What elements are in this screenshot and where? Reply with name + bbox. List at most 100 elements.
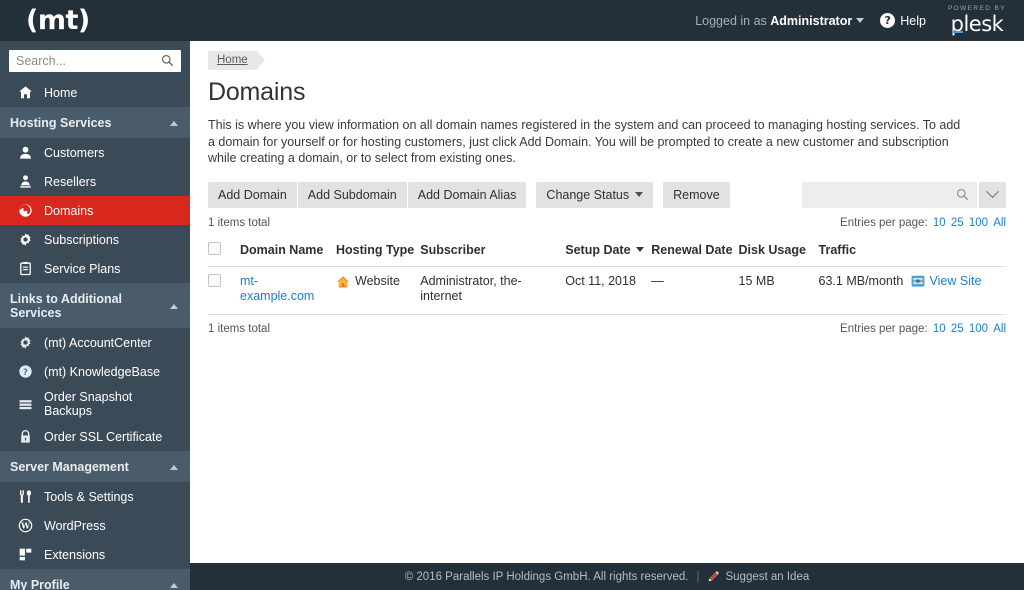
cell-setup-date: Oct 11, 2018 xyxy=(565,266,652,315)
mediatemple-logo[interactable]: (mt) xyxy=(26,7,90,34)
sidebar-item-service-plans[interactable]: Service Plans xyxy=(0,254,190,283)
cell-actions: View Site xyxy=(910,266,1006,315)
search-options-dropdown-button[interactable] xyxy=(979,181,1006,208)
change-status-button[interactable]: Change Status xyxy=(536,181,654,208)
domain-name-link[interactable]: mt-example.com xyxy=(240,274,314,304)
toolbar: Add Domain Add Subdomain Add Domain Alia… xyxy=(208,181,1006,208)
entries-per-page-label: Entries per page: xyxy=(840,216,928,229)
table-header-row: Domain Name Hosting Type Subscriber Setu… xyxy=(208,234,1006,267)
suggest-an-idea-link[interactable]: Suggest an Idea xyxy=(725,571,809,583)
sidebar-item-mt-accountcenter[interactable]: (mt) AccountCenter xyxy=(0,328,190,357)
column-traffic[interactable]: Traffic xyxy=(818,234,911,267)
page-title: Domains xyxy=(208,78,306,106)
pencil-icon xyxy=(709,570,720,582)
help-label: Help xyxy=(900,13,926,28)
list-search-field[interactable] xyxy=(802,181,977,208)
chevron-up-icon xyxy=(170,464,178,470)
entries-per-page-10[interactable]: 10 xyxy=(933,217,946,229)
stack-icon xyxy=(17,396,34,413)
sidebar-section-server-management[interactable]: Server Management xyxy=(0,451,190,482)
add-subdomain-button[interactable]: Add Subdomain xyxy=(297,181,407,208)
plesk-logo: POWERED BY plesk xyxy=(948,6,1006,35)
help-link[interactable]: ? Help xyxy=(880,13,926,28)
extensions-icon xyxy=(17,546,34,563)
search-icon xyxy=(956,188,969,200)
entries-per-page-100[interactable]: 100 xyxy=(969,217,988,229)
sidebar-item-label: Extensions xyxy=(44,547,106,562)
list-search-input[interactable] xyxy=(802,187,950,202)
entries-per-page-all[interactable]: All xyxy=(993,217,1006,229)
column-setup-date[interactable]: Setup Date xyxy=(565,234,652,267)
sidebar-section-title: Links to Additional Services xyxy=(10,292,123,320)
gear-icon xyxy=(17,334,34,351)
sidebar-item-tools-and-settings[interactable]: Tools & Settings xyxy=(0,482,190,511)
logged-in-user-menu[interactable]: Logged in as Administrator xyxy=(695,14,865,28)
sidebar: Home Hosting Services Customers xyxy=(0,41,190,590)
sidebar-item-domains[interactable]: Domains xyxy=(0,196,190,225)
suggest-an-idea[interactable]: Suggest an Idea xyxy=(707,570,809,583)
cell-hosting-type: Website xyxy=(336,266,421,315)
entries-per-page-100[interactable]: 100 xyxy=(969,323,988,335)
sidebar-item-label: Resellers xyxy=(44,174,97,189)
footer: © 2016 Parallels IP Holdings GmbH. All r… xyxy=(190,563,1024,590)
add-domain-alias-button[interactable]: Add Domain Alias xyxy=(407,181,527,208)
column-actions xyxy=(910,234,1006,267)
select-all-checkbox[interactable] xyxy=(208,241,221,255)
list-meta-top: 1 items total Entries per page: 10 25 10… xyxy=(208,217,1006,229)
sidebar-section-title: Server Management xyxy=(10,460,129,474)
entries-per-page-10[interactable]: 10 xyxy=(933,323,946,335)
top-bar-right: Logged in as Administrator ? Help POWERE… xyxy=(695,0,1024,41)
plesk-wordmark: plesk xyxy=(951,13,1004,35)
sidebar-item-extensions[interactable]: Extensions xyxy=(0,540,190,569)
remove-button[interactable]: Remove xyxy=(663,181,730,208)
search-icon xyxy=(161,54,174,67)
footer-separator: | xyxy=(696,570,700,583)
sidebar-section-title: My Profile xyxy=(10,578,70,590)
breadcrumb-item-home[interactable]: Home xyxy=(208,51,265,70)
chevron-down-icon xyxy=(856,17,865,23)
sidebar-item-label: Customers xyxy=(44,145,105,160)
sidebar-item-mt-knowledgebase[interactable]: ? (mt) KnowledgeBase xyxy=(0,357,190,386)
sidebar-item-order-snapshot-backups[interactable]: Order Snapshot Backups xyxy=(0,386,190,422)
row-checkbox[interactable] xyxy=(208,273,221,287)
sidebar-section-hosting-services[interactable]: Hosting Services xyxy=(0,107,190,138)
column-setup-date-label: Setup Date xyxy=(565,242,631,257)
main-content: Home Domains This is where you view info… xyxy=(190,41,1024,563)
sidebar-item-order-ssl-certificate[interactable]: Order SSL Certificate xyxy=(0,422,190,451)
column-subscriber[interactable]: Subscriber xyxy=(420,234,566,267)
chevron-up-icon xyxy=(170,582,178,588)
add-domain-button[interactable]: Add Domain xyxy=(208,181,297,208)
search-box[interactable] xyxy=(9,50,181,72)
cell-traffic: 63.1 MB/month xyxy=(818,266,911,315)
top-bar: (mt) Logged in as Administrator ? Help P… xyxy=(0,0,1024,41)
column-hosting-type[interactable]: Hosting Type xyxy=(336,234,421,267)
view-site-link[interactable]: View Site xyxy=(930,274,982,290)
entries-per-page-25[interactable]: 25 xyxy=(951,217,964,229)
gear-icon xyxy=(17,231,34,248)
sidebar-item-label: Order Snapshot Backups xyxy=(44,390,133,418)
tools-icon xyxy=(17,488,34,505)
column-domain-name[interactable]: Domain Name xyxy=(240,234,336,267)
sidebar-item-wordpress[interactable]: W WordPress xyxy=(0,511,190,540)
column-disk-usage[interactable]: Disk Usage xyxy=(738,234,819,267)
sidebar-section-links-to-additional-services[interactable]: Links to Additional Services xyxy=(0,283,190,328)
chevron-down-icon xyxy=(986,185,999,199)
change-status-label: Change Status xyxy=(546,187,630,202)
clipboard-icon xyxy=(17,260,34,277)
sidebar-item-customers[interactable]: Customers xyxy=(0,138,190,167)
entries-per-page-all[interactable]: All xyxy=(993,323,1006,335)
column-renewal-date[interactable]: Renewal Date xyxy=(651,234,739,267)
sidebar-item-home[interactable]: Home xyxy=(0,78,190,107)
reseller-icon xyxy=(17,173,34,190)
chevron-up-icon xyxy=(170,303,178,309)
page-description: This is where you view information on al… xyxy=(208,118,961,165)
sidebar-item-subscriptions[interactable]: Subscriptions xyxy=(0,225,190,254)
search-input[interactable] xyxy=(9,51,154,71)
sidebar-section-my-profile[interactable]: My Profile xyxy=(0,569,190,590)
house-icon xyxy=(337,275,349,288)
hosting-type-label: Website xyxy=(355,273,400,288)
plesk-admin-page: (mt) Logged in as Administrator ? Help P… xyxy=(0,0,1024,590)
select-all-header xyxy=(208,234,240,267)
entries-per-page-25[interactable]: 25 xyxy=(951,323,964,335)
sidebar-item-resellers[interactable]: Resellers xyxy=(0,167,190,196)
